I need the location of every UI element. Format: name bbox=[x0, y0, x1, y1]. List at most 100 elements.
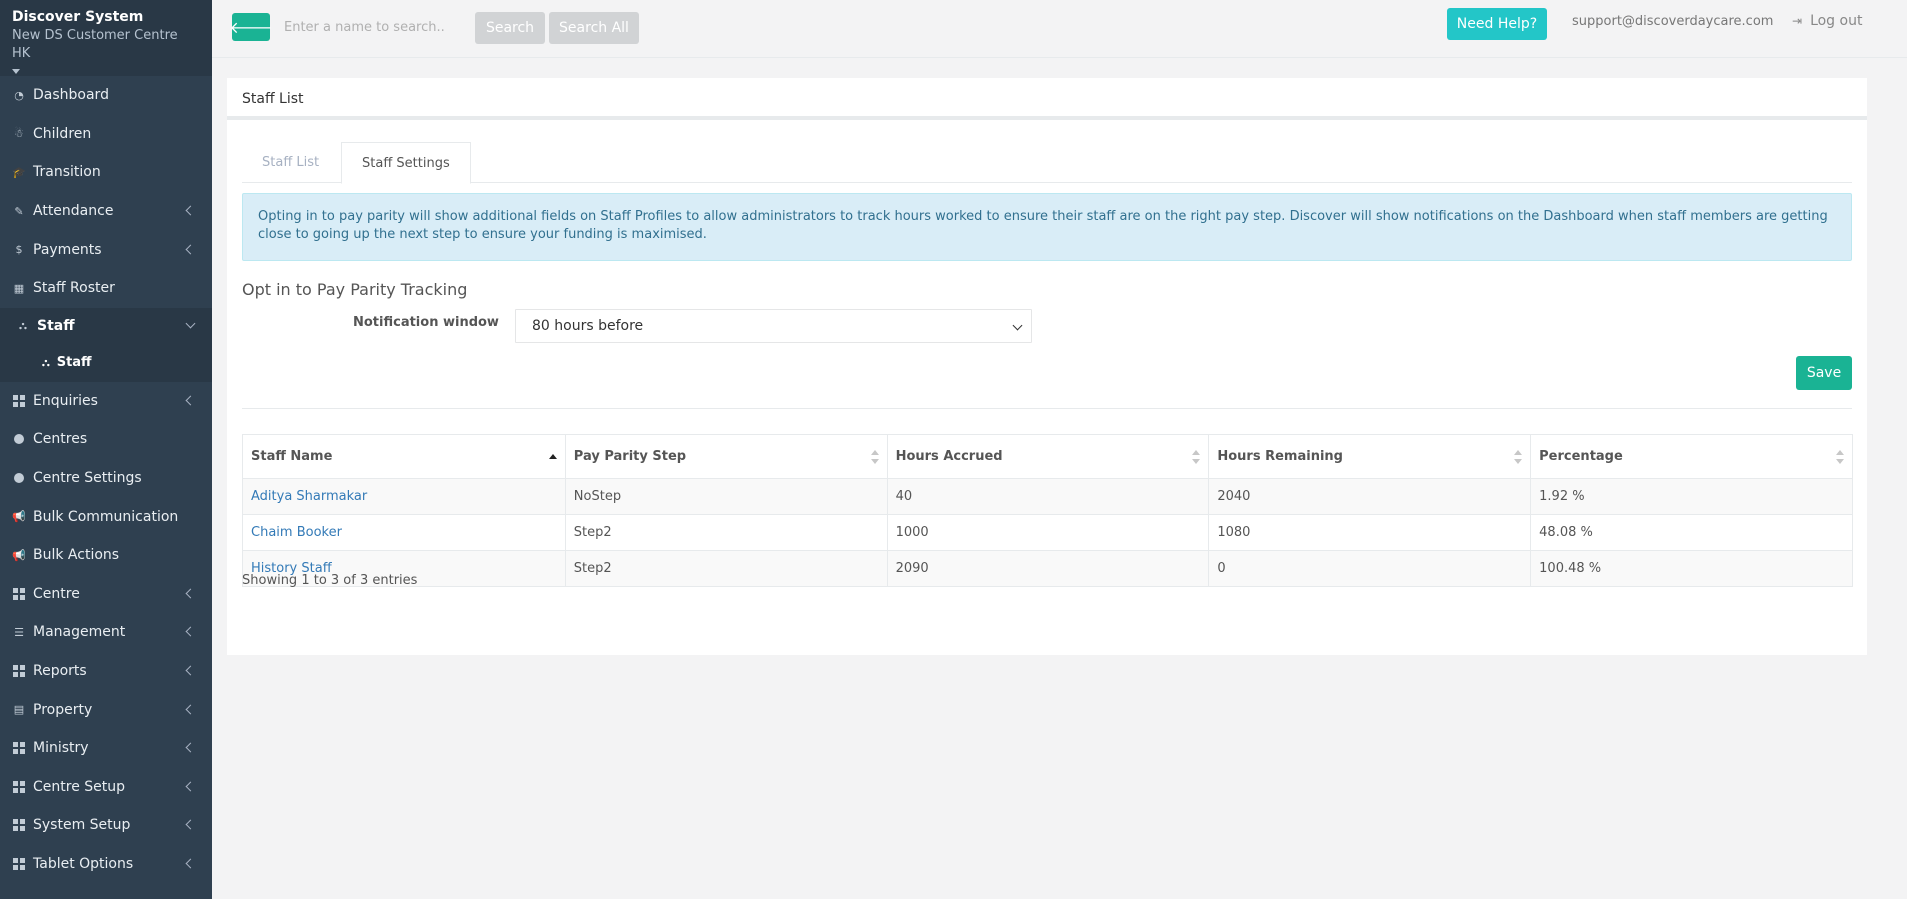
sidebar-item-bulk-actions[interactable]: 📢 Bulk Actions bbox=[0, 536, 212, 575]
table-cell: 2040 bbox=[1208, 478, 1532, 515]
child-icon: ☃ bbox=[14, 127, 24, 141]
table-cell: 100.48 % bbox=[1530, 550, 1853, 587]
sidebar-item-label: Centre Setup bbox=[33, 778, 126, 795]
staff-name-link[interactable]: Aditya Sharmakar bbox=[251, 489, 367, 504]
search-all-button[interactable]: Search All bbox=[549, 12, 639, 44]
section-title: Opt in to Pay Parity Tracking bbox=[242, 280, 468, 299]
save-button[interactable]: Save bbox=[1796, 356, 1852, 390]
chevron-left-icon bbox=[185, 205, 196, 216]
sort-icon bbox=[1192, 449, 1201, 464]
chevron-down-icon bbox=[1012, 320, 1023, 331]
column-header-staff-name[interactable]: Staff Name bbox=[242, 434, 566, 479]
brand-title: Discover System bbox=[12, 9, 144, 25]
tab-staff-settings[interactable]: Staff Settings bbox=[341, 142, 471, 184]
sidebar-item-system-setup[interactable]: System Setup bbox=[0, 806, 212, 845]
sidebar-item-children[interactable]: ☃ Children bbox=[0, 115, 212, 154]
chevron-left-icon bbox=[185, 858, 196, 869]
graduation-cap-icon: 🎓 bbox=[12, 165, 26, 179]
calendar-icon: ▦ bbox=[13, 281, 25, 295]
sort-icon bbox=[1514, 449, 1523, 464]
search-button[interactable]: Search bbox=[475, 12, 545, 44]
user-email: support@discoverdaycare.com bbox=[1572, 14, 1774, 29]
chevron-left-icon bbox=[185, 819, 196, 830]
chevron-left-icon bbox=[185, 665, 196, 676]
table-row: Chaim Booker Step2 1000 1080 48.08 % bbox=[242, 514, 1853, 551]
sidebar-item-label: System Setup bbox=[33, 817, 131, 834]
table-cell: Step2 bbox=[564, 514, 888, 551]
list-icon: ☰ bbox=[14, 625, 24, 639]
table-cell: NoStep bbox=[564, 478, 888, 515]
sidebar-subitem-label: Staff bbox=[56, 355, 92, 371]
staff-settings-panel: Staff List Staff List Staff Settings Opt… bbox=[227, 78, 1867, 655]
sidebar-item-enquiries[interactable]: Enquiries bbox=[0, 382, 212, 421]
table-cell: Step2 bbox=[564, 550, 888, 587]
column-header-hours-accrued[interactable]: Hours Accrued bbox=[886, 434, 1210, 479]
sidebar-item-dashboard[interactable]: ◔ Dashboard bbox=[0, 76, 212, 115]
sidebar-item-centre-setup[interactable]: Centre Setup bbox=[0, 768, 212, 807]
bullhorn-icon: 📢 bbox=[12, 510, 26, 524]
table-cell: 1080 bbox=[1208, 514, 1532, 551]
caret-down-icon[interactable] bbox=[12, 69, 20, 74]
sidebar-item-label: Tablet Options bbox=[33, 855, 134, 872]
sidebar: Discover System New DS Customer Centre H… bbox=[0, 0, 212, 899]
need-help-button[interactable]: Need Help? bbox=[1447, 8, 1547, 40]
sidebar-item-reports[interactable]: Reports bbox=[0, 652, 212, 691]
page-title: Staff List bbox=[227, 78, 1867, 120]
circle-icon bbox=[12, 471, 26, 485]
sidebar-item-staff[interactable]: ⛬ Staff bbox=[0, 307, 212, 344]
back-button[interactable]: 🡐 bbox=[229, 13, 273, 41]
sitemap-icon: ⛬ bbox=[19, 318, 27, 332]
table-cell: 40 bbox=[886, 478, 1210, 515]
chevron-left-icon bbox=[185, 781, 196, 792]
table-cell: 0 bbox=[1208, 550, 1532, 587]
sidebar-item-centres[interactable]: Centres bbox=[0, 420, 212, 459]
notification-window-select[interactable]: 80 hours before bbox=[515, 309, 1032, 343]
staff-name-link[interactable]: Chaim Booker bbox=[251, 525, 342, 540]
sidebar-item-label: Enquiries bbox=[33, 392, 98, 409]
logout-link[interactable]: ⇥ Log out bbox=[1792, 13, 1862, 29]
table-cell: 1.92 % bbox=[1530, 478, 1853, 515]
building-icon: ▤ bbox=[13, 703, 25, 717]
sort-icon bbox=[1836, 449, 1844, 464]
brand-block[interactable]: Discover System New DS Customer Centre H… bbox=[0, 0, 212, 76]
chevron-left-icon bbox=[185, 588, 196, 599]
dollar-icon: $ bbox=[15, 243, 23, 257]
sidebar-subitem-staff[interactable]: ⛬ Staff bbox=[0, 343, 212, 382]
search-input[interactable] bbox=[284, 12, 454, 42]
sidebar-item-label: Centres bbox=[33, 431, 88, 448]
sidebar-item-label: Staff Roster bbox=[33, 280, 115, 297]
column-header-hours-remaining[interactable]: Hours Remaining bbox=[1208, 434, 1532, 479]
sidebar-item-label: Staff bbox=[37, 317, 75, 334]
sidebar-item-property[interactable]: ▤ Property bbox=[0, 690, 212, 729]
sidebar-item-staff-roster[interactable]: ▦ Staff Roster bbox=[0, 269, 212, 308]
table-info: Showing 1 to 3 of 3 entries bbox=[242, 573, 418, 588]
sidebar-item-label: Ministry bbox=[33, 740, 89, 757]
chevron-left-icon bbox=[185, 395, 196, 406]
pie-chart-icon: ◔ bbox=[14, 88, 24, 102]
column-header-pay-parity-step[interactable]: Pay Parity Step bbox=[564, 434, 888, 479]
sidebar-item-transition[interactable]: 🎓 Transition bbox=[0, 153, 212, 192]
sidebar-item-payments[interactable]: $ Payments bbox=[0, 230, 212, 269]
sidebar-item-label: Dashboard bbox=[33, 87, 109, 104]
sidebar-item-ministry[interactable]: Ministry bbox=[0, 729, 212, 768]
tab-staff-list[interactable]: Staff List bbox=[242, 142, 339, 183]
table-row: History Staff Step2 2090 0 100.48 % bbox=[242, 550, 1853, 587]
sidebar-item-bulk-communication[interactable]: 📢 Bulk Communication bbox=[0, 497, 212, 536]
sidebar-item-attendance[interactable]: ✎ Attendance bbox=[0, 192, 212, 231]
sidebar-item-label: Payments bbox=[33, 241, 102, 258]
sidebar-item-label: Management bbox=[33, 624, 126, 641]
table-cell: 48.08 % bbox=[1530, 514, 1853, 551]
sidebar-item-label: Bulk Actions bbox=[33, 547, 120, 564]
arrow-left-icon: 🡐 bbox=[229, 18, 273, 37]
divider bbox=[242, 408, 1852, 409]
sidebar-item-label: Reports bbox=[33, 663, 87, 680]
chevron-left-icon bbox=[185, 704, 196, 715]
grid-icon bbox=[12, 780, 26, 794]
edit-icon: ✎ bbox=[14, 204, 24, 218]
sidebar-item-management[interactable]: ☰ Management bbox=[0, 613, 212, 652]
column-header-percentage[interactable]: Percentage bbox=[1530, 434, 1853, 479]
sidebar-item-centre-settings[interactable]: Centre Settings bbox=[0, 459, 212, 498]
table-cell: 2090 bbox=[886, 550, 1210, 587]
sidebar-item-centre[interactable]: Centre bbox=[0, 575, 212, 614]
sidebar-item-tablet-options[interactable]: Tablet Options bbox=[0, 845, 212, 884]
